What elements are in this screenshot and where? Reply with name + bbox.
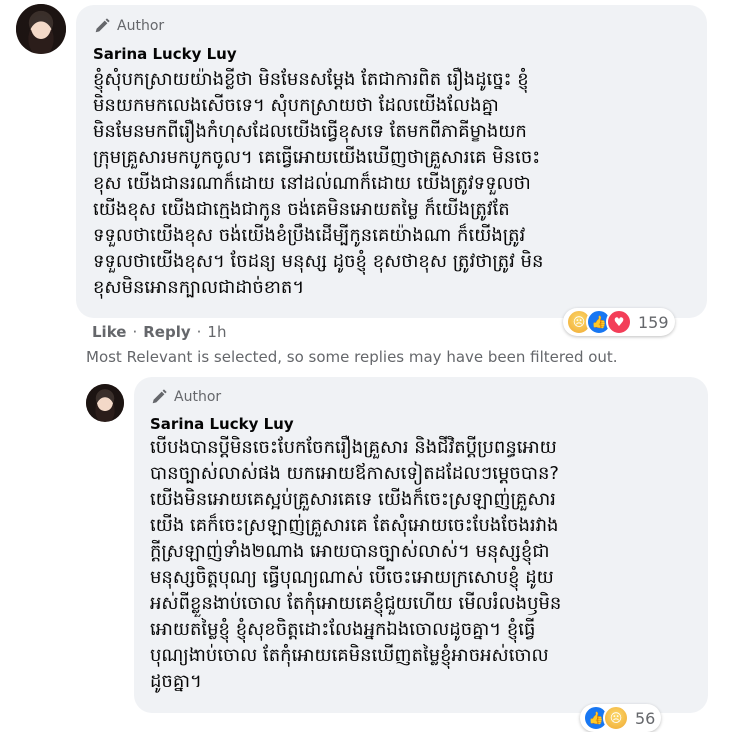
reply-commenter-name[interactable]: Sarina Lucky Luy xyxy=(150,415,294,433)
author-badge-label: Author xyxy=(117,18,165,34)
author-badge: Author xyxy=(150,388,221,406)
like-button[interactable]: Like xyxy=(92,323,126,341)
author-badge-label: Author xyxy=(174,389,222,405)
commenter-name[interactable]: Sarina Lucky Luy xyxy=(93,45,237,63)
pen-icon xyxy=(95,18,110,33)
timestamp[interactable]: 1h xyxy=(207,323,226,341)
love-icon: ♥ xyxy=(606,309,632,335)
separator: · xyxy=(196,323,202,341)
commenter-avatar[interactable] xyxy=(16,4,66,54)
author-badge: Author xyxy=(93,17,164,35)
reaction-summary[interactable]: ☹ 👍 ♥ 159 xyxy=(563,308,675,336)
reply-reaction-count: 56 xyxy=(635,708,656,728)
separator: · xyxy=(132,323,138,341)
reply-text: បើបងបានប្តីមិនចេះបែកចែករឿងគ្រួសារ និងជីវ… xyxy=(150,437,562,692)
reply-bubble: Author Sarina Lucky Luy បើបងបានប្តីមិនចេ… xyxy=(134,377,708,713)
pen-icon xyxy=(152,389,167,404)
comment-text: ខ្ញុំសុំបកស្រាយយ៉ាងខ្លីថា មិនមែនសម្តែង ត… xyxy=(93,69,544,298)
avatar-hair xyxy=(86,384,124,422)
reaction-count: 159 xyxy=(638,312,669,332)
sad-icon: ☹ xyxy=(603,705,629,731)
reply-reaction-summary[interactable]: 👍 ☹ 56 xyxy=(580,704,662,732)
reply-button[interactable]: Reply xyxy=(143,323,190,341)
avatar-hair xyxy=(16,4,66,54)
reply-commenter-avatar[interactable] xyxy=(86,384,124,422)
comment-bubble: Author Sarina Lucky Luy ខ្ញុំសុំបកស្រាយយ… xyxy=(76,5,707,318)
filter-notice: Most Relevant is selected, so some repli… xyxy=(86,348,618,366)
comment-actions: Like · Reply · 1h xyxy=(92,323,226,341)
